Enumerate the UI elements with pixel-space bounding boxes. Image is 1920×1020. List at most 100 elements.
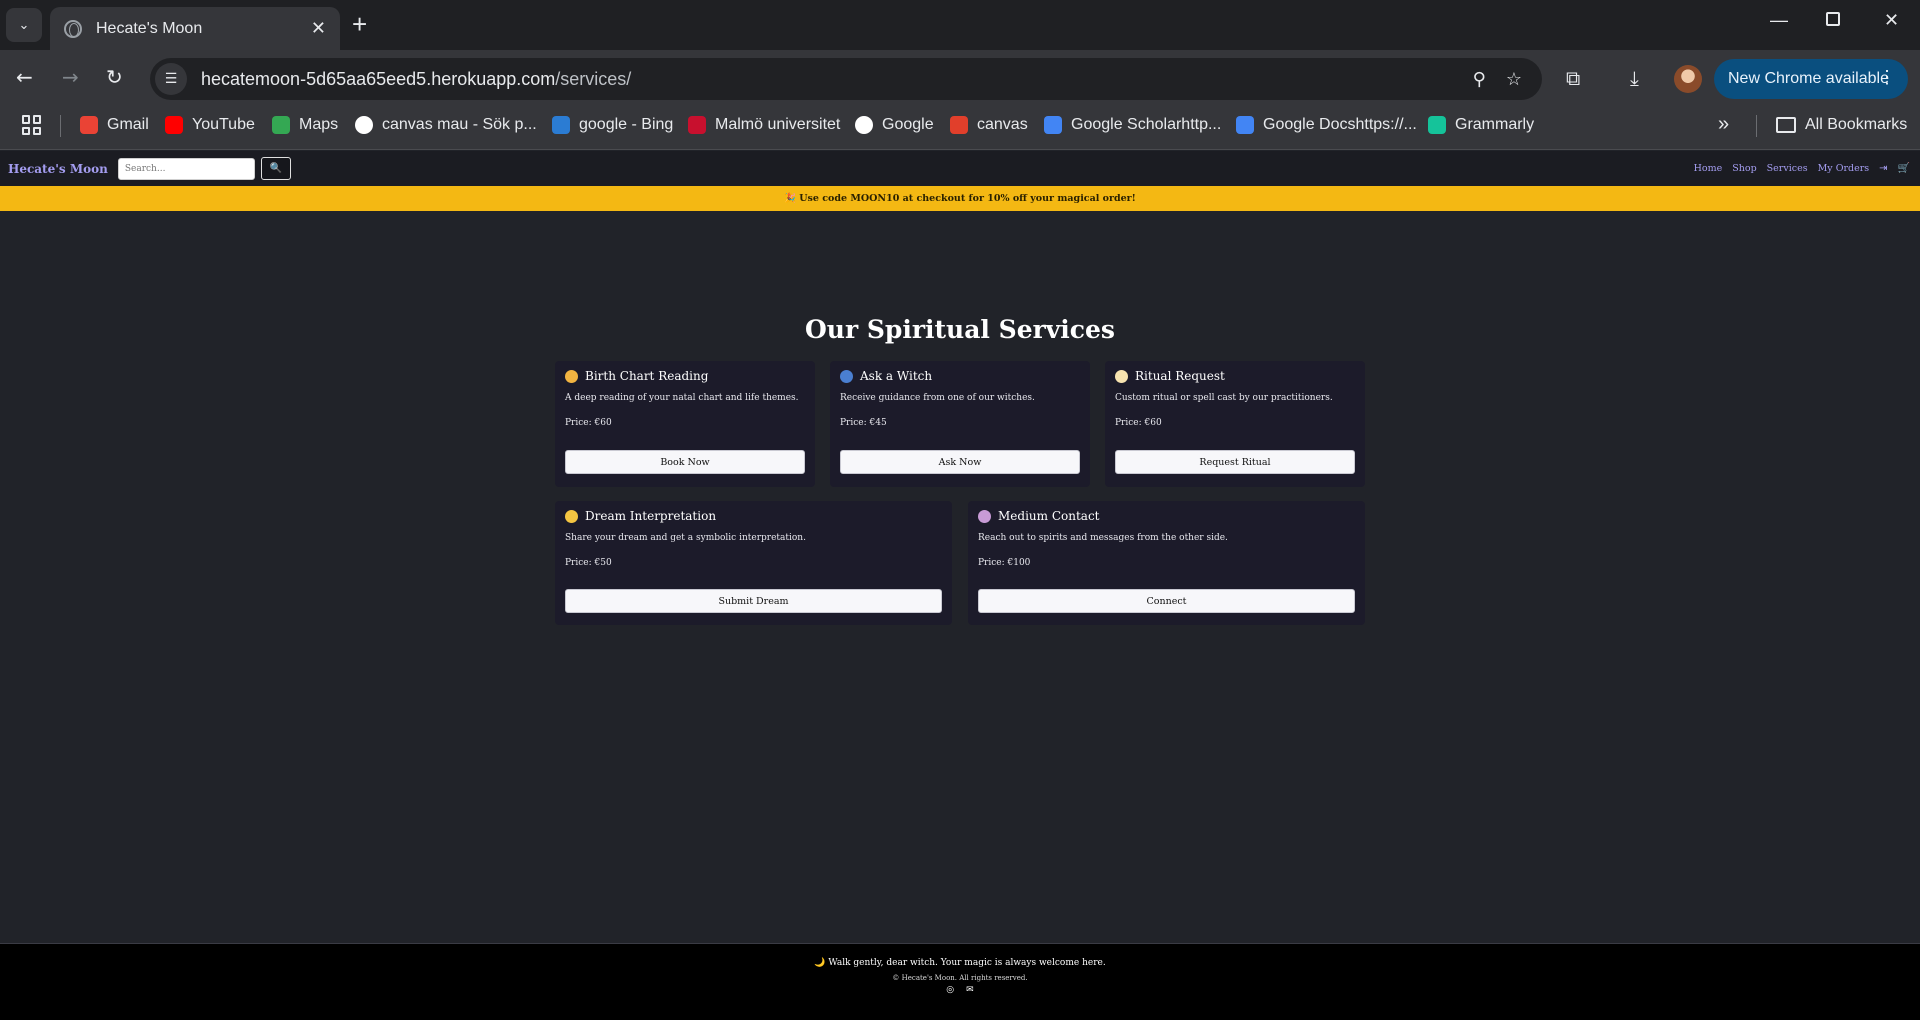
service-title: Birth Chart Reading	[565, 369, 708, 383]
address-bar[interactable]: ☰ hecatemoon-5d65aa65eed5.herokuapp.com/…	[150, 58, 1542, 100]
profile-avatar[interactable]	[1674, 65, 1702, 93]
service-action-button[interactable]: Submit Dream	[565, 589, 942, 613]
zoom-icon[interactable]: ⚲	[1473, 69, 1486, 90]
footer-social: ◎ ✉	[0, 985, 1920, 995]
cart-icon[interactable]: 🛒	[1898, 163, 1910, 174]
chrome-update-button[interactable]: New Chrome available ⋮	[1714, 59, 1908, 99]
service-price: Price: €45	[840, 418, 887, 428]
bookmark-label: Google Scholarhttp...	[1071, 116, 1222, 133]
service-emoji-icon	[840, 369, 853, 383]
apps-grid-icon[interactable]	[22, 115, 42, 135]
restore-icon[interactable]	[1826, 12, 1840, 26]
bookmark-item[interactable]: Grammarly	[1428, 116, 1534, 134]
site-info-icon[interactable]: ☰	[155, 63, 187, 95]
service-description: Custom ritual or spell cast by our pract…	[1115, 393, 1333, 403]
bookmark-label: Grammarly	[1455, 116, 1535, 133]
bookmark-label: google - Bing	[579, 116, 674, 133]
service-title-text: Ask a Witch	[860, 369, 933, 383]
service-title-text: Ritual Request	[1135, 369, 1225, 383]
browser-tab[interactable]: Hecate's Moon ✕	[50, 7, 340, 50]
bookmark-label: canvas mau - Sök p...	[382, 116, 537, 133]
reload-icon[interactable]: ↻	[106, 65, 123, 89]
bookmark-separator	[60, 115, 61, 137]
email-icon[interactable]: ✉	[966, 985, 974, 995]
instagram-icon[interactable]: ◎	[946, 985, 954, 995]
bookmark-label: Malmö universitet	[715, 116, 841, 133]
bookmark-favicon-icon	[688, 116, 706, 134]
more-menu-icon[interactable]: ⋮	[1878, 67, 1896, 88]
all-bookmarks-button[interactable]: All Bookmarks	[1776, 116, 1907, 134]
forward-arrow-icon[interactable]: →	[62, 65, 79, 89]
bookmark-favicon-icon	[355, 116, 373, 134]
more-bookmarks-icon[interactable]: »	[1718, 113, 1729, 136]
bookmark-item[interactable]: Google	[855, 116, 934, 134]
bookmark-label: Maps	[299, 116, 339, 133]
bookmark-item[interactable]: canvas mau - Sök p...	[355, 116, 537, 134]
service-title-text: Medium Contact	[998, 509, 1100, 523]
download-icon[interactable]: ⤓	[1630, 66, 1639, 90]
service-card: Birth Chart Reading A deep reading of you…	[555, 361, 815, 487]
search-input[interactable]	[117, 157, 255, 180]
bookmark-item[interactable]: Maps	[272, 116, 338, 134]
extensions-icon[interactable]: ⧉	[1566, 66, 1580, 90]
bookmark-label: canvas	[977, 116, 1028, 133]
service-card: Ask a Witch Receive guidance from one of …	[830, 361, 1090, 487]
bookmark-label: Google	[882, 116, 934, 133]
service-title: Ask a Witch	[840, 369, 932, 383]
service-action-button[interactable]: Book Now	[565, 450, 805, 474]
service-price: Price: €100	[978, 558, 1031, 568]
site-navbar: Hecate's Moon 🔍 Home Shop Services My Or…	[0, 151, 1920, 186]
page-title: Our Spiritual Services	[804, 315, 1115, 344]
site-brand[interactable]: Hecate's Moon	[8, 162, 108, 176]
bookmark-item[interactable]: canvas	[950, 116, 1028, 134]
close-tab-icon[interactable]: ✕	[311, 18, 326, 39]
nav-home[interactable]: Home	[1694, 163, 1723, 174]
service-action-button[interactable]: Ask Now	[840, 450, 1080, 474]
url-text[interactable]: hecatemoon-5d65aa65eed5.herokuapp.com/se…	[201, 69, 1473, 90]
bookmark-star-icon[interactable]: ☆	[1506, 69, 1522, 90]
service-title: Medium Contact	[978, 509, 1099, 523]
service-title-text: Dream Interpretation	[585, 509, 717, 523]
bookmark-label: Google Docshttps://...	[1263, 116, 1417, 133]
bookmark-favicon-icon	[1236, 116, 1254, 134]
nav-my-orders[interactable]: My Orders	[1818, 163, 1870, 174]
bookmark-label: Gmail	[107, 116, 149, 133]
service-action-button[interactable]: Connect	[978, 589, 1355, 613]
service-title: Dream Interpretation	[565, 509, 716, 523]
close-window-icon[interactable]: ✕	[1884, 10, 1899, 31]
service-price: Price: €50	[565, 558, 612, 568]
service-description: A deep reading of your natal chart and l…	[565, 393, 799, 403]
nav-shop[interactable]: Shop	[1732, 163, 1756, 174]
bookmark-label: YouTube	[192, 116, 255, 133]
bookmark-item[interactable]: Google Docshttps://...	[1236, 116, 1417, 134]
new-tab-button[interactable]: +	[352, 10, 367, 38]
service-title-text: Birth Chart Reading	[585, 369, 709, 383]
bookmark-favicon-icon	[950, 116, 968, 134]
bookmark-item[interactable]: Google Scholarhttp...	[1044, 116, 1221, 134]
globe-icon	[64, 19, 82, 38]
tab-search-button[interactable]: ⌄	[6, 8, 42, 42]
service-price: Price: €60	[565, 418, 612, 428]
minimize-icon[interactable]: —	[1770, 10, 1788, 31]
bookmark-favicon-icon	[855, 116, 873, 134]
promo-banner: 🎉 Use code MOON10 at checkout for 10% of…	[0, 186, 1920, 211]
service-card: Dream Interpretation Share your dream and…	[555, 501, 952, 625]
service-title: Ritual Request	[1115, 369, 1225, 383]
nav-services[interactable]: Services	[1767, 163, 1808, 174]
logout-icon[interactable]: ⇥	[1879, 163, 1887, 174]
service-card: Medium Contact Reach out to spirits and m…	[968, 501, 1365, 625]
folder-icon	[1776, 117, 1796, 133]
service-description: Reach out to spirits and messages from t…	[978, 533, 1228, 543]
bookmark-favicon-icon	[272, 116, 290, 134]
search-button[interactable]: 🔍	[260, 157, 291, 180]
search-icon: 🔍	[269, 163, 283, 174]
page-content: Hecate's Moon 🔍 Home Shop Services My Or…	[0, 151, 1920, 1020]
footer-tagline: 🌙 Walk gently, dear witch. Your magic is…	[814, 958, 1106, 968]
bookmark-item[interactable]: Gmail	[80, 116, 149, 134]
bookmark-item[interactable]: YouTube	[165, 116, 255, 134]
chevron-down-icon: ⌄	[18, 17, 30, 33]
bookmark-item[interactable]: Malmö universitet	[688, 116, 840, 134]
service-action-button[interactable]: Request Ritual	[1115, 450, 1355, 474]
bookmark-item[interactable]: google - Bing	[552, 116, 673, 134]
back-arrow-icon[interactable]: ←	[16, 65, 33, 89]
